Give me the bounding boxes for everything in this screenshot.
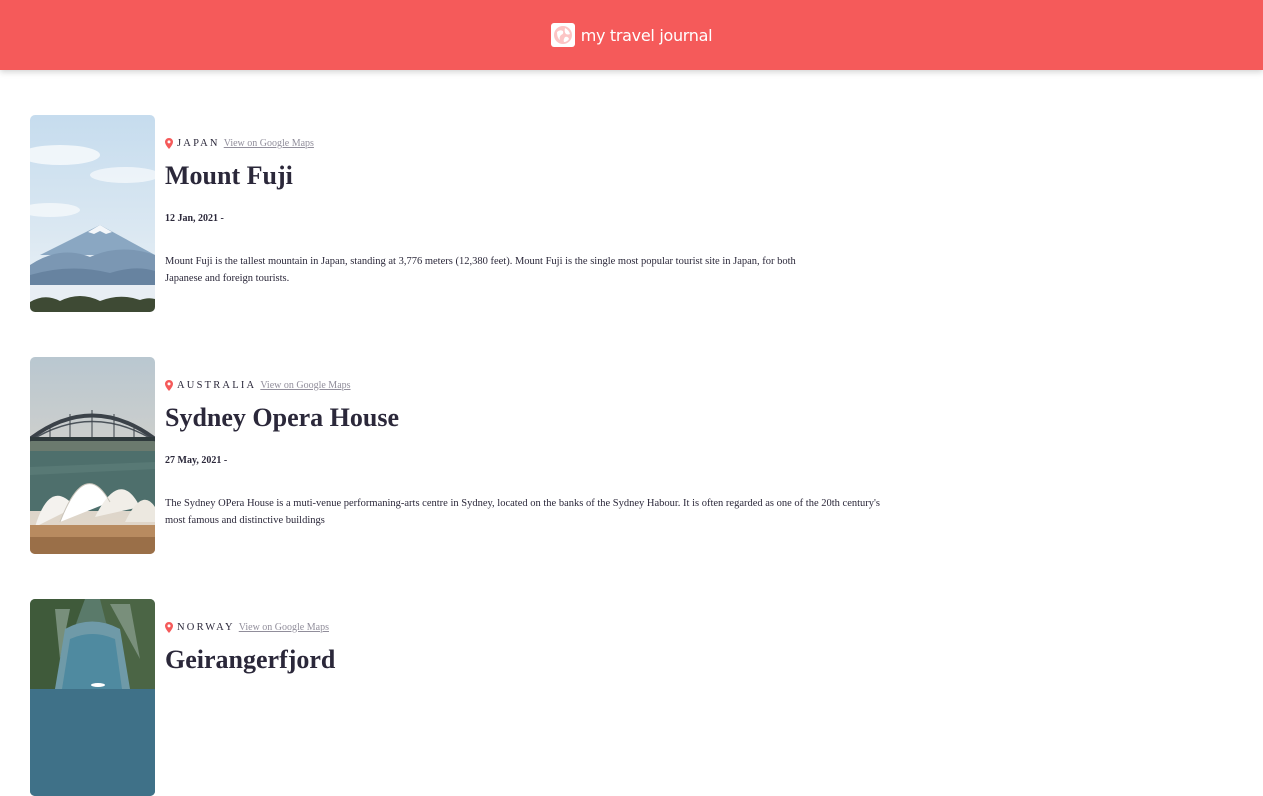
entry-description: The Sydney OPera House is a muti-venue p…	[165, 498, 881, 526]
entry-location: NORWAY	[177, 621, 235, 633]
entry-title: Geirangerfjord	[165, 645, 336, 674]
location-pin-icon	[165, 137, 173, 149]
entry-meta: JAPAN View on Google Maps	[165, 136, 314, 150]
entry-dates: 12 Jan, 2021 -	[165, 213, 224, 224]
google-maps-link[interactable]: View on Google Maps	[260, 380, 350, 391]
entry-title: Mount Fuji	[165, 161, 293, 190]
entry-title: Sydney Opera House	[165, 403, 400, 432]
entry-photo-sydney-opera-house	[30, 357, 155, 554]
google-maps-link[interactable]: View on Google Maps	[224, 138, 314, 149]
entry-photo-geirangerfjord	[30, 599, 155, 796]
entry-meta: NORWAY View on Google Maps	[165, 620, 329, 634]
app-title: my travel journal	[580, 25, 713, 45]
journal-entry: NORWAY View on Google Maps Geirangerfjor…	[30, 599, 1130, 796]
location-pin-icon	[165, 621, 173, 633]
entry-photo-mount-fuji	[30, 115, 155, 312]
entry-dates: 27 May, 2021 -	[165, 455, 228, 466]
entry-description: Mount Fuji is the tallest mountain in Ja…	[165, 256, 796, 284]
journal-entry: JAPAN View on Google Maps Mount Fuji 12 …	[30, 115, 1130, 312]
location-pin-icon	[165, 379, 173, 391]
entry-location: AUSTRALIA	[177, 379, 257, 391]
entry-location: JAPAN	[177, 137, 220, 149]
google-maps-link[interactable]: View on Google Maps	[239, 622, 329, 633]
navbar: my travel journal	[0, 0, 1263, 70]
journal-entry: AUSTRALIA View on Google Maps Sydney Ope…	[30, 357, 1130, 554]
globe-icon	[550, 23, 575, 47]
entry-meta: AUSTRALIA View on Google Maps	[165, 378, 351, 392]
